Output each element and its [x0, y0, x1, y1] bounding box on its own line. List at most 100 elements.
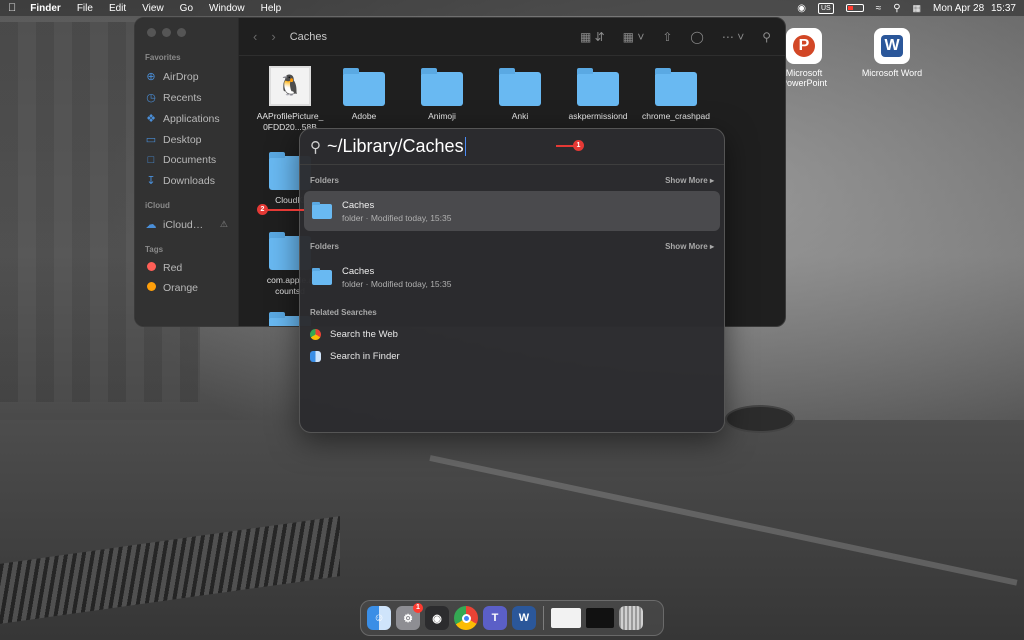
file-item[interactable]: 🐧 AAProfilePicture_ 0FDD20...58B — [251, 66, 329, 133]
folder-item[interactable]: askpermissiond — [559, 68, 637, 122]
wallpaper-manhole — [725, 405, 795, 433]
chevron-right-icon: ▸ — [709, 241, 714, 251]
word-icon: W — [874, 28, 910, 64]
text-caret — [464, 137, 467, 156]
group-icon[interactable]: ▦ ˅ — [623, 30, 645, 44]
spotlight-search-input[interactable]: ~/Library/Caches — [327, 136, 464, 157]
show-more-button[interactable]: Show More ▸ — [665, 176, 714, 185]
annotation-arrow — [266, 209, 304, 211]
chrome-icon — [310, 328, 321, 340]
sidebar-section-icloud: iCloud — [145, 201, 170, 210]
folder-icon — [312, 201, 332, 219]
dock-minimized-window[interactable] — [586, 608, 614, 628]
folder-item[interactable]: Adobe — [325, 68, 403, 122]
sidebar-item-applications[interactable]: ❖ Applications — [135, 108, 238, 129]
menu-window[interactable]: Window — [209, 3, 245, 14]
folder-item[interactable]: Anki — [481, 68, 559, 122]
notification-badge: 1 — [413, 603, 423, 613]
finder-icon — [310, 350, 321, 362]
annotation-marker-2: 2 — [257, 204, 268, 215]
dock-minimized-window[interactable] — [551, 608, 581, 628]
dock-system-settings[interactable]: ⚙ 1 — [396, 603, 423, 630]
desktop-word[interactable]: W Microsoft Word — [852, 28, 932, 78]
powerpoint-icon: P — [786, 28, 822, 64]
section-label: Related Searches — [310, 307, 377, 317]
sidebar-item-recents[interactable]: ◷ Recents — [135, 87, 238, 108]
dock-screenshot[interactable]: ◉ — [425, 606, 449, 630]
menubar-clock[interactable]: Mon Apr 28 15:37 — [933, 3, 1016, 14]
forward-button[interactable]: › — [271, 29, 275, 44]
folder-item[interactable]: Animoji — [403, 68, 481, 122]
zoom-button[interactable] — [177, 28, 186, 37]
spotlight-section-header: Folders Show More ▸ — [300, 169, 724, 191]
close-button[interactable] — [147, 28, 156, 37]
menu-edit[interactable]: Edit — [109, 3, 126, 14]
finder-sidebar: Favorites ⊕ AirDrop ◷ Recents ❖ Application… — [135, 18, 239, 326]
search-the-web-item[interactable]: Search the Web — [300, 323, 724, 345]
desktop-word-label: Microsoft Word — [861, 68, 923, 78]
cloud-icon: ☁ — [145, 219, 157, 231]
sidebar-item-downloads[interactable]: ↧ Downloads — [135, 170, 238, 191]
folder-item[interactable]: chrome_crashpad — [637, 68, 715, 122]
back-button[interactable]: ‹ — [253, 29, 257, 44]
menu-view[interactable]: View — [142, 3, 164, 14]
dock-finder[interactable]: ☺ — [367, 606, 391, 630]
sidebar-item-desktop[interactable]: ▭ Desktop — [135, 129, 238, 150]
sidebar-item-airdrop[interactable]: ⊕ AirDrop — [135, 66, 238, 87]
section-label: Folders — [310, 241, 339, 251]
dock-separator — [543, 606, 544, 630]
spotlight-section-header: Related Searches — [300, 301, 724, 323]
chevron-right-icon: ▸ — [709, 175, 714, 185]
sidebar-item-tag-orange[interactable]: Orange — [135, 278, 238, 298]
spotlight-search-bar[interactable]: ⚲ ~/Library/Caches — [300, 129, 724, 165]
tag-orange-dot — [146, 282, 156, 291]
word-icon: W — [518, 612, 530, 624]
battery-icon[interactable] — [845, 4, 864, 12]
menubar-time: 15:37 — [990, 2, 1016, 14]
dock-teams[interactable]: T — [483, 606, 507, 630]
menu-file[interactable]: File — [77, 3, 93, 14]
finder-icon: ☺ — [373, 612, 385, 624]
camera-icon: ◉ — [432, 612, 442, 625]
sidebar-item-tag-red[interactable]: Red — [135, 258, 238, 278]
image-thumbnail: 🐧 — [269, 66, 311, 106]
control-center-icon[interactable]: ▦ — [913, 3, 922, 14]
document-icon: □ — [147, 154, 155, 166]
share-icon[interactable]: ⇧ — [662, 30, 672, 44]
more-options-icon[interactable]: ⋯ ˅ — [722, 30, 744, 44]
dock-chrome[interactable] — [454, 606, 478, 630]
menu-help[interactable]: Help — [261, 3, 282, 14]
menu-go[interactable]: Go — [180, 3, 193, 14]
sidebar-item-icloud-drive[interactable]: ☁ iCloud… ⚠ — [135, 214, 238, 235]
minimize-button[interactable] — [162, 28, 171, 37]
spotlight-result-selected[interactable]: Caches folder · Modified today, 15:35 — [304, 191, 720, 231]
spotlight-icon[interactable]: ⚲ — [893, 3, 900, 14]
wifi-icon[interactable]: ≈ — [876, 3, 882, 14]
clock-icon: ◷ — [146, 92, 156, 104]
spotlight-result[interactable]: Caches folder · Modified today, 15:35 — [304, 257, 720, 297]
window-title: Caches — [289, 30, 327, 43]
keyboard-layout-icon[interactable]: US — [817, 2, 834, 14]
search-icon: ⚲ — [310, 138, 321, 156]
view-options-icon[interactable]: ▦ ⇵ — [580, 30, 605, 44]
chrome-icon[interactable]: ◉ — [797, 3, 806, 14]
desktop-icon: ▭ — [145, 134, 157, 146]
search-in-finder-item[interactable]: Search in Finder — [300, 345, 724, 367]
dock-word[interactable]: W — [512, 606, 536, 630]
trash-icon[interactable] — [619, 606, 643, 630]
show-more-button[interactable]: Show More ▸ — [665, 242, 714, 251]
gear-icon: ⚙ — [403, 612, 413, 625]
menu-app-name[interactable]: Finder — [30, 3, 61, 14]
dock: ☺ ⚙ 1 ◉ T W — [360, 600, 664, 636]
teams-icon: T — [491, 612, 499, 624]
menubar-date: Mon Apr 28 — [933, 2, 985, 14]
apple-icon[interactable]:  — [8, 2, 16, 14]
tag-icon[interactable]: ◯ — [690, 30, 703, 44]
search-icon[interactable]: ⚲ — [762, 30, 771, 44]
result-subtitle: folder · Modified today, 15:35 — [342, 278, 452, 289]
download-icon: ↧ — [146, 175, 156, 187]
tag-red-dot — [146, 262, 156, 271]
applications-icon: ❖ — [146, 113, 156, 125]
sidebar-item-documents[interactable]: □ Documents — [135, 150, 238, 170]
folder-icon — [343, 68, 385, 106]
